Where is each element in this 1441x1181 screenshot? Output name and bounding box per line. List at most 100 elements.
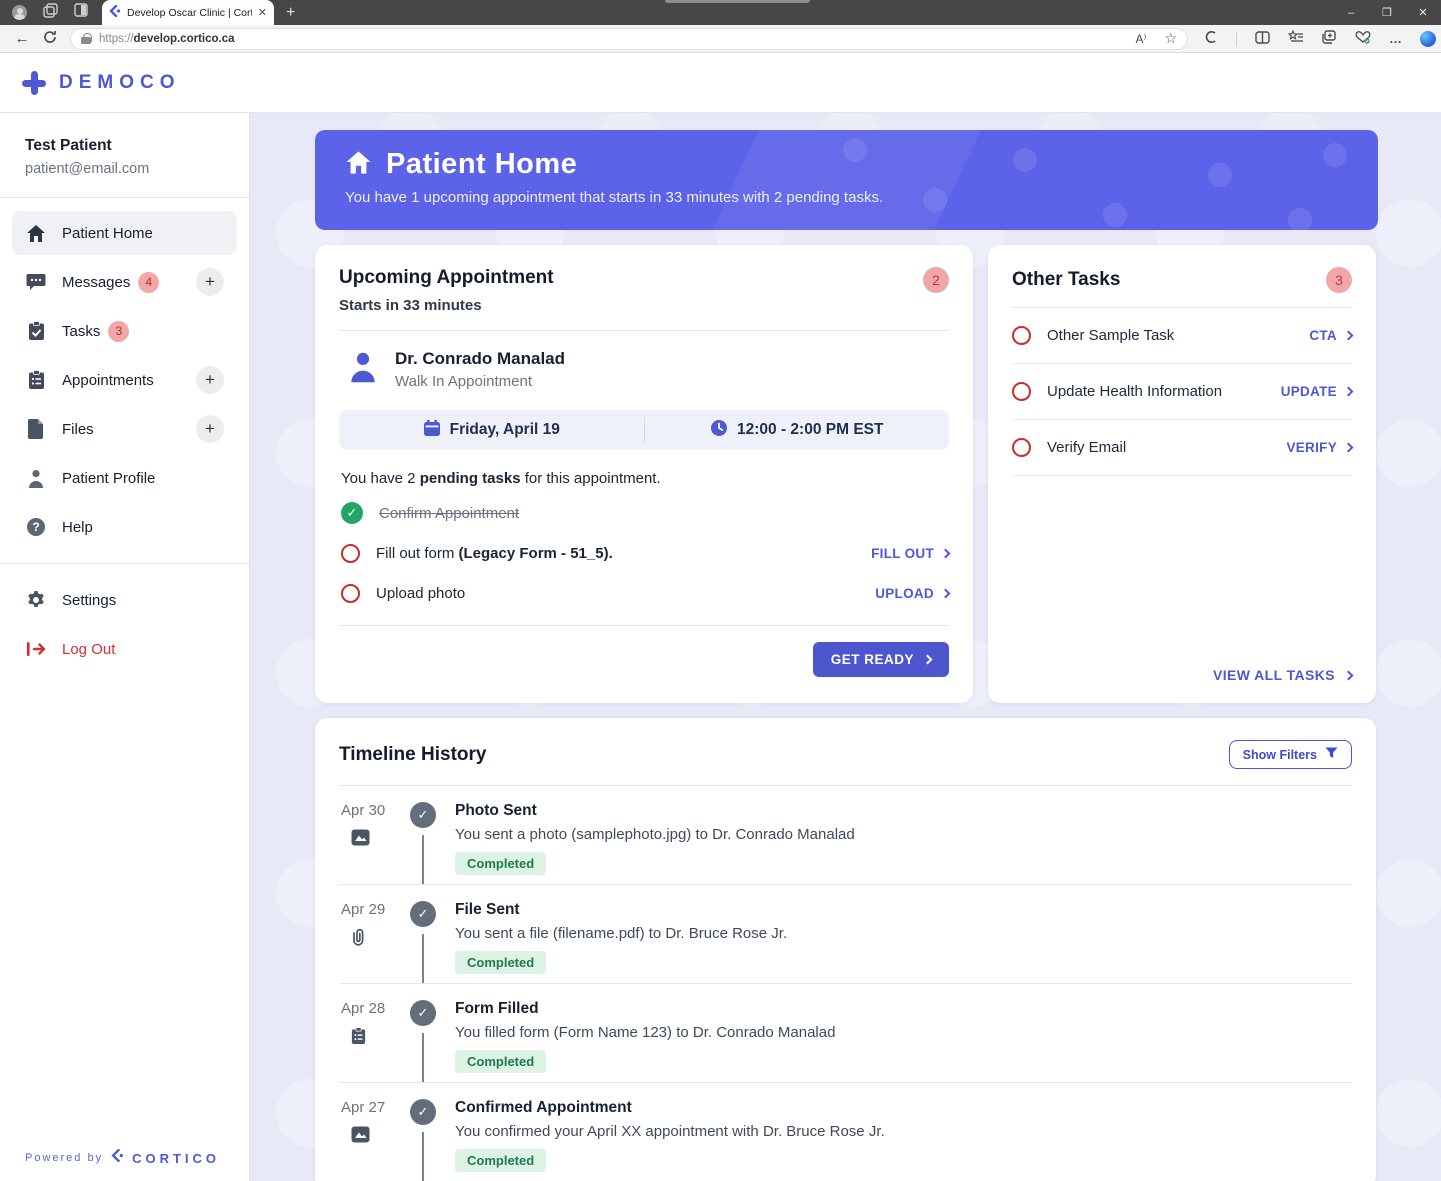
window-minimize-button[interactable]: – (1333, 0, 1369, 25)
sidebar-item-messages[interactable]: Messages 4 + (12, 260, 237, 304)
powered-by-footer: Powered by CORTICO (25, 1148, 221, 1167)
completed-check-icon: ✓ (410, 802, 436, 828)
messages-icon (25, 273, 47, 291)
timeline-item-title: Form Filled (455, 1000, 539, 1017)
user-block: Test Patient patient@email.com (0, 113, 249, 198)
copilot-icon[interactable] (1420, 30, 1436, 47)
other-task-label: Update Health Information (1047, 383, 1223, 400)
files-add-button[interactable]: + (196, 415, 224, 443)
other-task-row-verify-email: Verify Email VERIFY (1012, 420, 1354, 476)
collections-icon[interactable] (1322, 30, 1337, 47)
address-bar[interactable]: https://develop.cortico.ca A⁾ ☆ (70, 27, 1188, 50)
home-icon (25, 224, 47, 243)
browser-profile-avatar[interactable] (12, 5, 27, 20)
cta-link[interactable]: CTA (1309, 328, 1354, 343)
browser-titlebar: Develop Oscar Clinic | Cortico | B ✕ + –… (0, 0, 1441, 25)
brand-name: DEMOCO (59, 71, 181, 93)
fill-out-link[interactable]: FILL OUT (871, 546, 951, 561)
brand-logo[interactable]: DEMOCO (22, 70, 181, 95)
other-task-label: Other Sample Task (1047, 327, 1175, 344)
divider (339, 330, 949, 331)
new-tab-button[interactable]: + (286, 4, 295, 22)
refresh-button[interactable] (36, 30, 64, 48)
sidebar-item-settings[interactable]: Settings (12, 578, 237, 622)
upcoming-countdown: Starts in 33 minutes (339, 297, 482, 314)
svg-text:?: ? (32, 520, 39, 534)
calendar-icon (423, 419, 441, 442)
timeline-date: Apr 28 (341, 1000, 386, 1017)
incomplete-circle-icon (1012, 326, 1031, 345)
upcoming-title: Upcoming Appointment (339, 267, 554, 288)
sidebar-item-label: Settings (62, 591, 117, 609)
browser-tab[interactable]: Develop Oscar Clinic | Cortico | B ✕ (102, 0, 274, 25)
sidebar-item-appointments[interactable]: Appointments + (12, 358, 237, 402)
update-link[interactable]: UPDATE (1281, 384, 1354, 399)
chevron-right-icon (940, 588, 951, 598)
incomplete-circle-icon (341, 583, 360, 603)
user-email: patient@email.com (25, 161, 150, 177)
brand-cross-icon (22, 70, 46, 95)
pending-tasks-intro: You have 2 pending tasks for this appoin… (341, 470, 661, 487)
other-task-row-sample: Other Sample Task CTA (1012, 308, 1354, 364)
sidebar-item-logout[interactable]: Log Out (12, 627, 237, 671)
chevron-right-icon (940, 548, 951, 558)
tab-favicon-cortico-icon (109, 4, 121, 22)
timeline-connector (422, 1132, 424, 1181)
sidebar-item-patient-profile[interactable]: Patient Profile (12, 456, 237, 500)
help-icon: ? (25, 517, 47, 537)
browser-essentials-icon[interactable] (1355, 30, 1371, 47)
app-header: DEMOCO (0, 53, 1441, 113)
task-row-upload-photo: Upload photo UPLOAD (339, 573, 951, 613)
sidebar-item-label: Help (62, 518, 93, 536)
completed-check-icon: ✓ (410, 1099, 436, 1125)
tasks-count-badge: 3 (108, 320, 130, 342)
appointment-type: Walk In Appointment (395, 373, 533, 390)
timeline-item-title: Confirmed Appointment (455, 1099, 632, 1116)
window-restore-button[interactable]: ❐ (1369, 0, 1405, 25)
more-options-icon[interactable]: … (1389, 31, 1402, 46)
sidebar-item-tasks[interactable]: Tasks 3 (12, 309, 237, 353)
view-all-tasks-link[interactable]: VIEW ALL TASKS (1213, 667, 1354, 683)
clock-icon (710, 419, 728, 442)
timeline-item-file-sent: Apr 29 ✓ File Sent You sent a file (file… (339, 885, 1352, 984)
form-icon (351, 1027, 403, 1050)
favorites-bar-icon[interactable] (1287, 29, 1304, 47)
other-tasks-count-badge: 3 (1326, 267, 1352, 293)
lock-icon (81, 32, 92, 45)
extension-icon[interactable] (1204, 30, 1218, 47)
split-screen-icon[interactable] (1255, 30, 1270, 47)
verify-link[interactable]: VERIFY (1286, 440, 1354, 455)
page-title: Patient Home (386, 148, 578, 180)
cortico-brand-label: CORTICO (132, 1150, 221, 1166)
patient-home-banner: Patient Home You have 1 upcoming appoint… (315, 130, 1378, 230)
status-badge: Completed (455, 852, 547, 875)
sidebar-item-files[interactable]: Files + (12, 407, 237, 451)
workspaces-icon[interactable] (43, 2, 58, 23)
back-button[interactable]: ← (8, 30, 36, 47)
task-label: Fill out form (Legacy Form - 51_5). (376, 544, 613, 562)
powered-by-label: Powered by (25, 1152, 104, 1164)
timeline-connector (422, 835, 424, 884)
appointments-add-button[interactable]: + (196, 366, 224, 394)
upload-link[interactable]: UPLOAD (875, 586, 951, 601)
tab-close-icon[interactable]: ✕ (258, 6, 267, 19)
other-tasks-card: Other Tasks 3 Other Sample Task CTA Upda… (988, 245, 1376, 703)
favorite-star-icon[interactable]: ☆ (1164, 30, 1177, 47)
window-close-button[interactable]: ✕ (1405, 0, 1441, 25)
sidebar-item-label: Log Out (62, 640, 116, 658)
user-name: Test Patient (25, 137, 112, 154)
toolbar-divider (1236, 31, 1237, 46)
divider (339, 625, 949, 626)
read-aloud-icon[interactable]: A⁾ (1135, 32, 1146, 46)
logout-icon (25, 641, 47, 657)
get-ready-button[interactable]: GET READY (812, 642, 949, 677)
task-label: Confirm Appointment (379, 504, 520, 522)
show-filters-button[interactable]: Show Filters (1228, 740, 1352, 769)
url-text[interactable]: https://develop.cortico.ca (99, 33, 235, 45)
sidebar-item-patient-home[interactable]: Patient Home (12, 211, 237, 255)
other-task-row-update-health: Update Health Information UPDATE (1012, 364, 1354, 420)
messages-add-button[interactable]: + (196, 268, 224, 296)
paperclip-icon (351, 928, 403, 951)
tab-actions-icon[interactable] (74, 3, 88, 22)
sidebar-item-help[interactable]: ? Help (12, 505, 237, 549)
